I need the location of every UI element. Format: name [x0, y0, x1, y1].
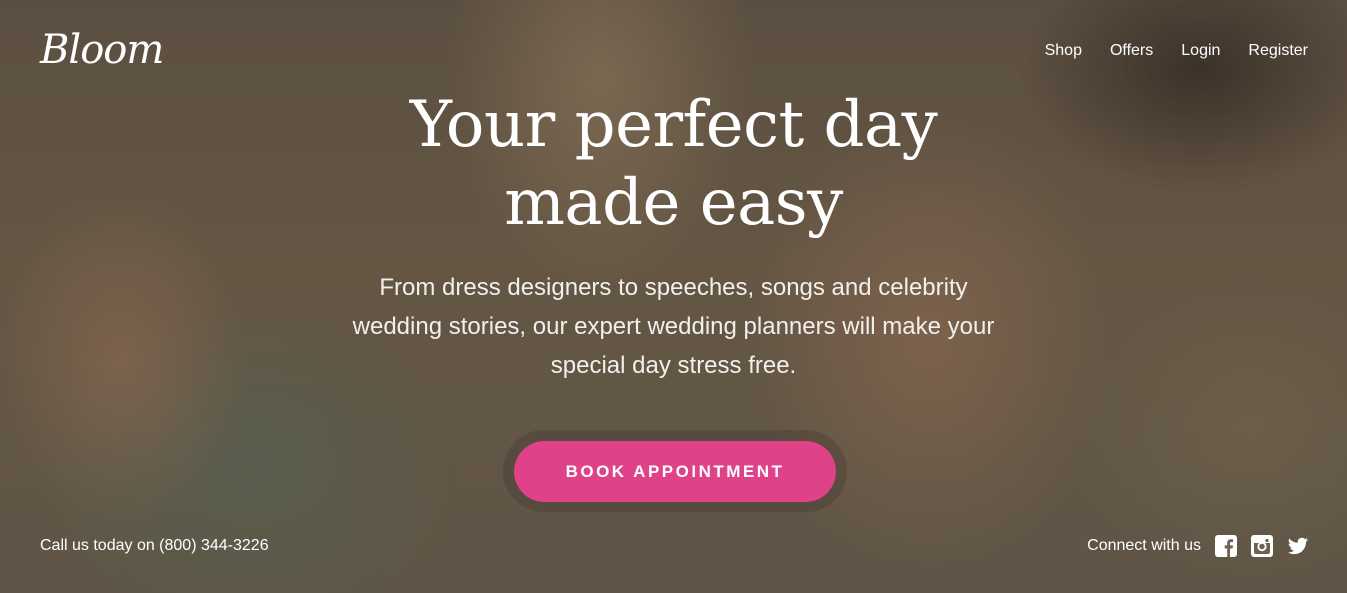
twitter-icon[interactable] — [1287, 535, 1309, 557]
social-links: Connect with us — [1087, 535, 1309, 557]
nav-item-offers[interactable]: Offers — [1110, 42, 1153, 60]
hero-title-line-1: Your perfect day — [409, 88, 938, 162]
brand-logo[interactable]: Bloom — [40, 30, 164, 70]
facebook-icon[interactable] — [1215, 535, 1237, 557]
book-appointment-button[interactable]: BOOK APPOINTMENT — [514, 441, 836, 502]
hero-title: Your perfect day made easy — [0, 86, 1347, 242]
nav-item-shop[interactable]: Shop — [1045, 42, 1082, 60]
hero-title-line-2: made easy — [504, 166, 843, 240]
call-us-text: Call us today on (800) 344-3226 — [40, 537, 269, 554]
instagram-icon[interactable] — [1251, 535, 1273, 557]
hero-section: Your perfect day made easy From dress de… — [0, 86, 1347, 385]
connect-label: Connect with us — [1087, 537, 1201, 554]
nav-item-register[interactable]: Register — [1248, 42, 1308, 60]
top-nav: Shop Offers Login Register — [1045, 42, 1308, 60]
hero-subtitle: From dress designers to speeches, songs … — [352, 274, 995, 379]
nav-item-login[interactable]: Login — [1181, 42, 1220, 60]
